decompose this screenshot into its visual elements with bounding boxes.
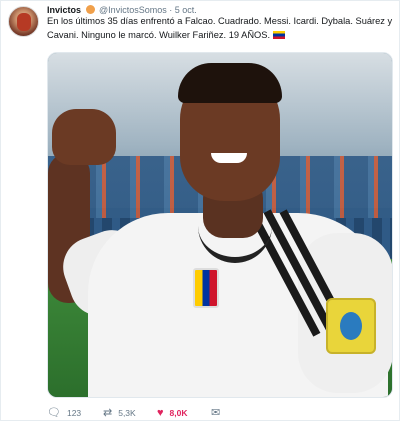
- direct-message-button[interactable]: ✉: [211, 405, 220, 421]
- like-button[interactable]: ♥ 8,0K: [157, 405, 188, 421]
- like-count: 8,0K: [169, 408, 188, 418]
- shirt-crest: [193, 268, 219, 308]
- player-fist: [52, 109, 116, 165]
- player-smile: [211, 153, 247, 163]
- tweet-actions: 🗨︎ 123 ⇄ 5,3K ♥ 8,0K ✉: [47, 405, 395, 421]
- sleeve-patch: [326, 298, 376, 354]
- player-hair: [178, 63, 282, 103]
- verified-badge-icon: [85, 5, 95, 14]
- venezuela-flag-icon: [272, 30, 285, 39]
- tweet-text-body: En los últimos 35 días enfrentó a Falcao…: [47, 16, 393, 40]
- user-handle[interactable]: @InvictosSomos: [99, 5, 167, 15]
- tweet-text: En los últimos 35 días enfrentó a Falcao…: [47, 15, 395, 42]
- heart-icon: ♥: [157, 407, 164, 419]
- timestamp[interactable]: 5 oct.: [175, 5, 197, 15]
- display-name[interactable]: Invictos: [47, 5, 81, 15]
- tweet-card[interactable]: Invictos @InvictosSomos · 5 oct. En los …: [0, 0, 400, 421]
- reply-count: 123: [66, 408, 82, 418]
- retweet-icon: ⇄: [103, 407, 113, 419]
- envelope-icon: ✉: [211, 407, 221, 419]
- photo-player: [48, 53, 392, 397]
- tweet-photo[interactable]: [47, 52, 393, 398]
- separator: ·: [169, 5, 173, 15]
- reply-icon: 🗨︎: [47, 407, 61, 419]
- retweet-count: 5,3K: [118, 408, 136, 418]
- reply-button[interactable]: 🗨︎ 123: [47, 405, 81, 421]
- avatar[interactable]: [8, 6, 39, 37]
- retweet-button[interactable]: ⇄ 5,3K: [103, 405, 136, 421]
